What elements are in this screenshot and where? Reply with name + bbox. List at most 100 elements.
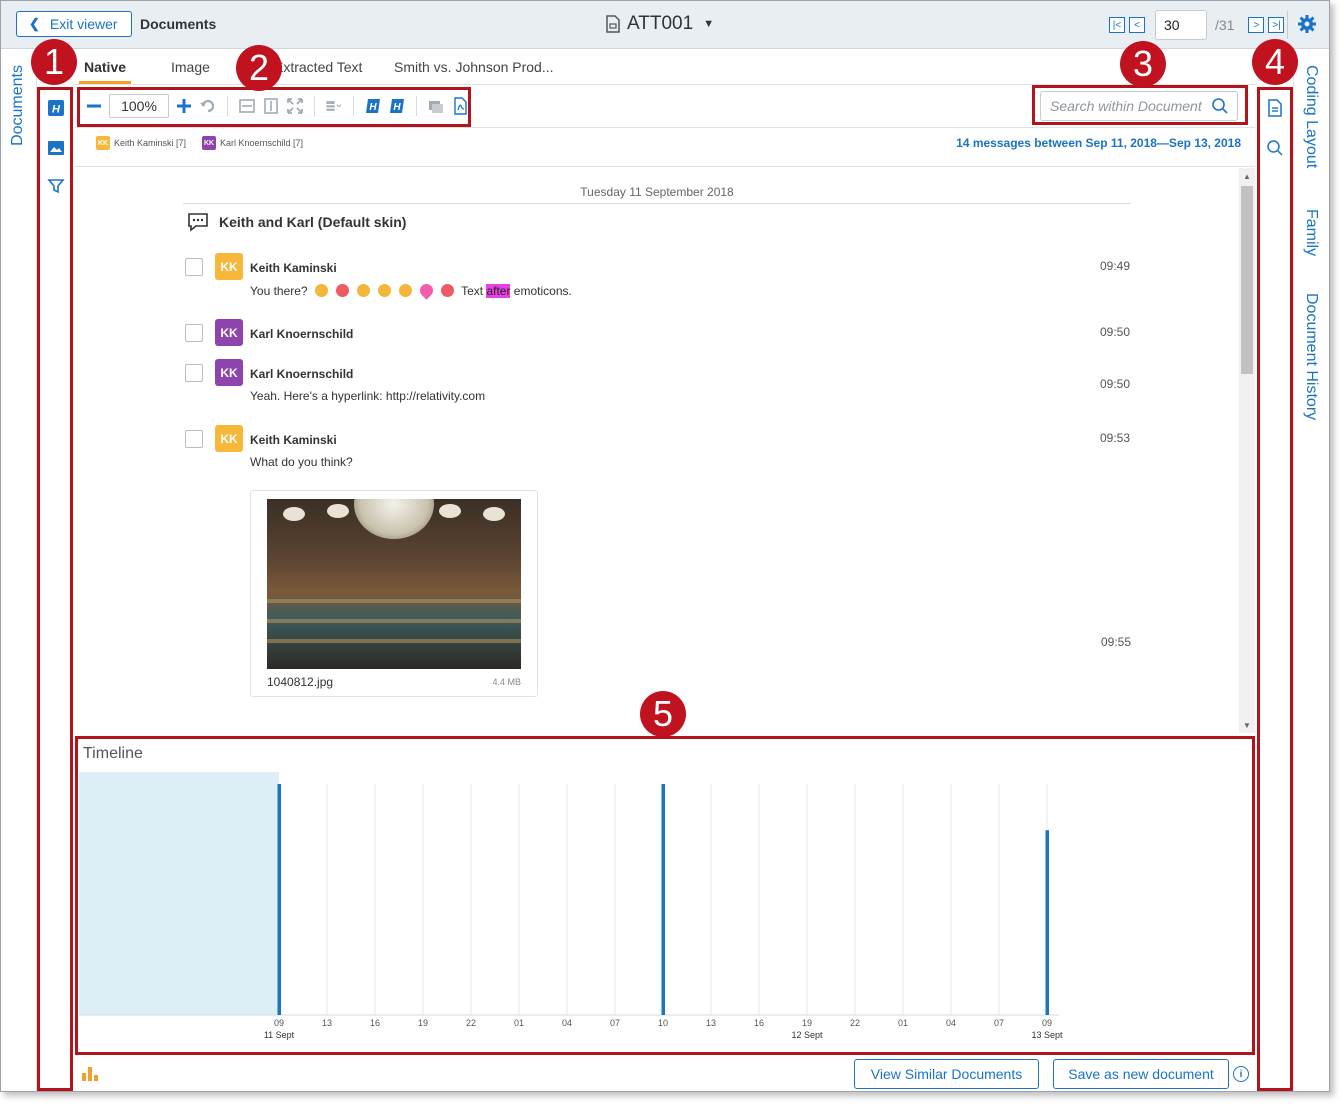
info-icon[interactable]: i: [1233, 1066, 1249, 1082]
viewer-window: ❮ Exit viewer Documents ATT001 ▼ |< < 30…: [0, 0, 1330, 1092]
previous-document-icon[interactable]: <: [1129, 17, 1145, 33]
participant-label: Karl Knoernschild [7]: [220, 138, 304, 148]
annotation-box-toolbar: [77, 87, 471, 127]
attachment-name: 1040812.jpg: [267, 675, 334, 689]
message-range: 14 messages between Sep 11, 2018—Sep 13,…: [956, 136, 1241, 150]
message-checkbox[interactable]: [185, 364, 203, 382]
callout-marker: 2: [236, 45, 282, 91]
conversation-pane: Tuesday 11 September 2018 Keith and Karl…: [75, 168, 1239, 733]
conversation-title: Keith and Karl (Default skin): [187, 212, 406, 232]
avatar: KK: [215, 253, 243, 280]
participants-bar: KK Keith Kaminski [7] KK Karl Knoernschi…: [75, 127, 1255, 167]
attachment-thumbnail[interactable]: [267, 499, 521, 669]
message-time: 09:49: [1099, 259, 1130, 273]
exit-viewer-label: Exit viewer: [49, 16, 118, 32]
family-tab[interactable]: Family: [1302, 209, 1320, 256]
thumbnail-window: [439, 504, 461, 518]
message-checkbox[interactable]: [185, 430, 203, 448]
coding-layout-tab[interactable]: Coding Layout: [1302, 65, 1320, 168]
day-divider: [183, 203, 1131, 204]
thumbnail-window: [483, 507, 505, 521]
message-sender: Keith Kaminski: [250, 261, 337, 275]
document-selector[interactable]: ATT001 ▼: [605, 13, 714, 35]
tab-image[interactable]: Image: [171, 59, 210, 75]
caret-down-icon: ▼: [703, 18, 715, 30]
bar-chart-icon[interactable]: [81, 1065, 99, 1081]
callout-marker: 4: [1252, 39, 1298, 85]
avatar: KK: [215, 319, 243, 346]
document-total: /31: [1215, 17, 1235, 33]
message-time: 09:55: [1101, 635, 1132, 649]
message-row: KK Keith Kaminski What do you think? 09:…: [185, 425, 1131, 474]
message-text-end: emoticons.: [513, 284, 572, 298]
message-checkbox[interactable]: [185, 258, 203, 276]
thumbnail-shelf: [267, 619, 521, 623]
scroll-up-icon[interactable]: ▲: [1243, 172, 1251, 181]
callout-marker: 5: [640, 691, 686, 737]
callout-marker: 3: [1120, 41, 1166, 87]
thumbnail-shelf: [267, 599, 521, 603]
thumbnail-window: [327, 504, 349, 518]
viewer-header: ❮ Exit viewer Documents ATT001 ▼ |< < 30…: [1, 1, 1329, 49]
message-row: KK Karl Knoernschild Yeah. Here's a hype…: [185, 359, 1131, 408]
message-text: You there? Text after emoticons.: [250, 281, 572, 300]
document-name: ATT001: [627, 13, 694, 34]
heart-icon: [417, 281, 436, 300]
view-similar-documents-button[interactable]: View Similar Documents: [854, 1059, 1039, 1089]
message-text: What do you think?: [250, 455, 353, 469]
tab-production[interactable]: Smith vs. Johnson Prod...: [394, 59, 554, 75]
emoticon-icon: [440, 284, 454, 297]
document-history-tab[interactable]: Document History: [1302, 293, 1320, 420]
message-text: Yeah. Here's a hyperlink: http://relativ…: [250, 389, 486, 403]
callout-marker: 1: [31, 39, 77, 85]
conversation-scrollbar[interactable]: ▲ ▼: [1239, 168, 1255, 733]
message-text-start: You there?: [250, 284, 308, 298]
search-hit-highlight: after: [486, 284, 511, 298]
document-pager: |< < 30 /31 > >|: [1109, 10, 1285, 40]
emoticon-icon: [377, 284, 391, 297]
participant-karl[interactable]: KK Karl Knoernschild [7]: [202, 136, 303, 150]
emoticon-icon: [335, 284, 349, 297]
documents-rail-label[interactable]: Documents: [9, 65, 27, 146]
message-time: 09:53: [1099, 431, 1130, 445]
message-sender: Karl Knoernschild: [250, 367, 354, 381]
section-title: Documents: [140, 16, 217, 32]
scroll-down-icon[interactable]: ▼: [1243, 721, 1251, 730]
message-sender: Keith Kaminski: [250, 433, 337, 447]
scrollbar-thumb[interactable]: [1241, 186, 1253, 374]
last-document-icon[interactable]: >|: [1268, 17, 1285, 33]
message-time: 09:50: [1099, 325, 1130, 339]
image-attachment-card[interactable]: 1040812.jpg 4.4 MB: [250, 490, 538, 697]
message-text-mid: Text: [461, 284, 484, 298]
emoticon-icon: [398, 284, 412, 297]
exit-viewer-button[interactable]: ❮ Exit viewer: [16, 11, 132, 37]
annotation-box-right-icons: [1257, 87, 1293, 1091]
first-document-icon[interactable]: |<: [1109, 17, 1125, 33]
participant-keith[interactable]: KK Keith Kaminski [7]: [96, 136, 186, 150]
message-checkbox[interactable]: [185, 324, 203, 342]
next-document-icon[interactable]: >: [1248, 17, 1265, 33]
annotation-box-pane-icons: [37, 87, 73, 1091]
avatar: KK: [215, 425, 243, 452]
thumbnail-shelf: [267, 639, 521, 643]
participant-avatar: KK: [96, 136, 110, 150]
emoticon-icon: [356, 284, 370, 297]
tab-native[interactable]: Native: [84, 59, 126, 75]
message-sender: Karl Knoernschild: [250, 327, 354, 341]
thumbnail-window: [283, 507, 305, 521]
participant-avatar: KK: [202, 136, 216, 150]
right-rail: Coding Layout Family Document History: [1293, 49, 1329, 1091]
avatar: KK: [215, 359, 243, 386]
active-tab-indicator: [79, 81, 131, 84]
message-time: 09:50: [1099, 377, 1130, 391]
day-separator: Tuesday 11 September 2018: [580, 185, 734, 199]
tab-extracted-text[interactable]: Extracted Text: [274, 59, 362, 75]
participant-label: Keith Kaminski [7]: [114, 138, 187, 148]
bottom-action-bar: View Similar Documents Save as new docum…: [75, 1055, 1255, 1091]
gear-icon[interactable]: [1297, 14, 1317, 34]
emoticon-icon: [314, 284, 328, 297]
save-as-new-document-button[interactable]: Save as new document: [1053, 1059, 1229, 1089]
document-number-input[interactable]: 30: [1155, 10, 1207, 40]
conversation-title-text: Keith and Karl (Default skin): [219, 214, 407, 230]
chat-bubble-icon: [188, 213, 208, 232]
